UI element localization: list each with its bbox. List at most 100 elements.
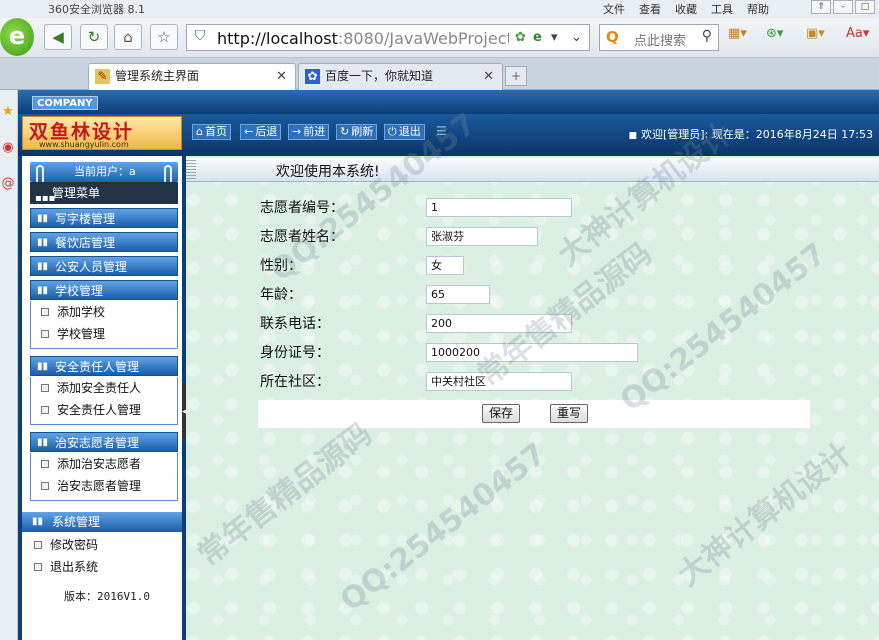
menu-favorites[interactable]: 收藏 [675,1,697,17]
age-field[interactable]: 65 [426,285,490,304]
welcome-text: ■ 欢迎[管理员]: 现在是：2016年8月24日 17:53 [628,128,874,141]
search-placeholder: 点此搜索 [634,34,687,49]
favorite-star-button[interactable]: ☆ [150,24,178,50]
search-box[interactable]: Q 点此搜索 ⚲ [599,24,719,51]
shield-icon: ⛉ [194,28,206,44]
web-page: COMPANY 双鱼林设计 www.shuangyulin.com ⌂ 首页 ← 后… [18,90,879,640]
nav-logout-button[interactable]: ⏻ 退出 [384,124,425,140]
page-favicon-icon: ✎ [95,69,110,84]
menu-icon: ▮▮ [37,285,49,296]
page-icon [41,482,49,490]
brand-url: www.shuangyulin.com [39,140,129,149]
sidebar-item-change-password[interactable]: 修改密码 [32,534,172,556]
save-button[interactable]: 保存 [482,404,521,423]
tab-main[interactable]: ✎ 管理系统主界面 ✕ [88,63,296,90]
menu-box-bottom [30,497,178,501]
favorites-star-icon[interactable]: ★ [0,104,16,126]
community-field[interactable]: 中关村社区 [426,372,572,391]
maximize-button[interactable]: □ [855,0,875,14]
page-title: 欢迎使用本系统! [276,164,380,180]
page-icon [34,541,42,549]
field-label: 年龄： [260,287,302,303]
browser-logo-icon[interactable]: e [0,18,34,56]
menu-tools[interactable]: 工具 [711,1,733,17]
gender-field[interactable]: 女 [426,256,464,275]
menu-title: 管理菜单 [52,186,101,200]
upload-icon[interactable]: ⇑ [811,0,831,14]
current-user: 当前用户：a [74,165,136,178]
page-icon [41,384,49,392]
menu-help[interactable]: 帮助 [747,1,769,17]
menu-volunteer[interactable]: ▮▮ 治安志愿者管理 [30,432,178,452]
address-bar[interactable]: ⛉ http://localhost:8080/JavaWebProject/l… [186,24,590,51]
translate-icon[interactable]: Aa▾ [846,26,869,41]
form-row: 志愿者编号： 1 [186,196,879,220]
menu-system[interactable]: ▮▮ 系统管理 [22,512,182,532]
expand-icon[interactable]: ⌄ [571,30,582,45]
brand-logo: 双鱼林设计 www.shuangyulin.com [22,116,182,150]
browser-menu: 文件 查看 收藏 工具 帮助 [603,1,769,17]
tab-baidu[interactable]: ✿ 百度一下，你就知道 ✕ [298,63,503,90]
menu-safety-officer[interactable]: ▮▮ 安全责任人管理 [30,356,178,376]
weibo-icon[interactable]: ◉ [0,140,16,162]
company-strip: COMPANY [18,90,879,114]
browser-title: 360安全浏览器 8.1 [48,3,145,16]
volunteer-id-field[interactable]: 1 [426,198,572,217]
mail-icon[interactable]: @ [0,176,16,198]
page-icon [34,563,42,571]
volunteer-name-field[interactable]: 张淑芬 [426,227,538,246]
dropdown-arrow-icon[interactable]: ▾ [551,30,558,45]
tab-main-label: 管理系统主界面 [115,69,200,83]
menu-view[interactable]: 查看 [639,1,661,17]
sidebar-item-add-school[interactable]: 添加学校 [30,301,178,323]
back-button[interactable]: ◀ [44,24,72,50]
sidebar-item-add-volunteer[interactable]: 添加治安志愿者 [30,453,178,475]
arrow-right-icon: → [292,125,302,138]
id-card-field[interactable]: 1000200 [426,343,638,362]
reset-button[interactable]: 重写 [550,404,589,423]
address-url[interactable]: http://localhost:8080/JavaWebProject/log… [217,29,509,48]
sidebar-item-add-safety-officer[interactable]: 添加安全责任人 [30,377,178,399]
menu-office-building[interactable]: ▮▮ 写字楼管理 [30,208,178,228]
sidebar-item-logout[interactable]: 退出系统 [32,556,172,578]
security-icon[interactable]: ⊛▾ [766,26,783,41]
apps-icon[interactable]: ▦▾ [728,26,747,41]
browser-side-strip: ★ ◉ @ [0,90,18,640]
menu-police[interactable]: ▮▮ 公安人员管理 [30,256,178,276]
menu-icon: ▮▮ [37,361,49,372]
menu-restaurant[interactable]: ▮▮ 餐饮店管理 [30,232,178,252]
nav-home-button[interactable]: ⌂ 首页 [192,124,231,140]
menu-file[interactable]: 文件 [603,1,625,17]
search-engine-icon[interactable]: Q [606,28,619,46]
new-tab-button[interactable]: + [505,66,527,86]
nav-back-button[interactable]: ← 后退 [240,124,282,140]
main-content: 欢迎使用本系统! 志愿者编号： 1 志愿者姓名： 张淑芬 性别： 女 年龄： 6… [186,156,879,640]
minimize-button[interactable]: – [833,0,853,14]
phone-field[interactable]: 200 [426,314,572,333]
arrow-left-icon: ← [244,125,254,138]
tab-close-icon[interactable]: ✕ [276,64,287,89]
nav-refresh-button[interactable]: ↻ 刷新 [336,124,378,140]
menu-title-bar: ▪▪▪ 管理菜单 [30,182,178,204]
ie-mode-icon[interactable]: e [533,30,542,45]
site-header: 双鱼林设计 www.shuangyulin.com ⌂ 首页 ← 后退 → 前进 ↻ 刷… [18,114,879,156]
version-text: 版本：2016V1.0 [64,590,150,603]
home-button[interactable]: ⌂ [114,24,142,50]
divider-icon: ☰ [436,124,447,138]
compat-icon[interactable]: ✿ [515,30,526,45]
field-label: 所在社区： [260,374,330,390]
form-row: 年龄： 65 [186,283,879,307]
search-icon[interactable]: ⚲ [702,28,712,44]
sidebar-item-school-manage[interactable]: 学校管理 [30,323,178,345]
grip-icon [186,160,196,180]
nav-forward-button[interactable]: → 前进 [288,124,330,140]
menu-school[interactable]: ▮▮ 学校管理 [30,280,178,300]
field-label: 志愿者编号： [260,200,344,216]
extension-icon[interactable]: ▣▾ [806,26,825,41]
menu-icon: ▮▮ [37,437,49,448]
sidebar-item-safety-officer-manage[interactable]: 安全责任人管理 [30,399,178,421]
refresh-button[interactable]: ↻ [80,24,108,50]
window-controls: ⇑ – □ [811,0,875,14]
tab-close-icon[interactable]: ✕ [483,64,494,89]
sidebar-item-volunteer-manage[interactable]: 治安志愿者管理 [30,475,178,497]
